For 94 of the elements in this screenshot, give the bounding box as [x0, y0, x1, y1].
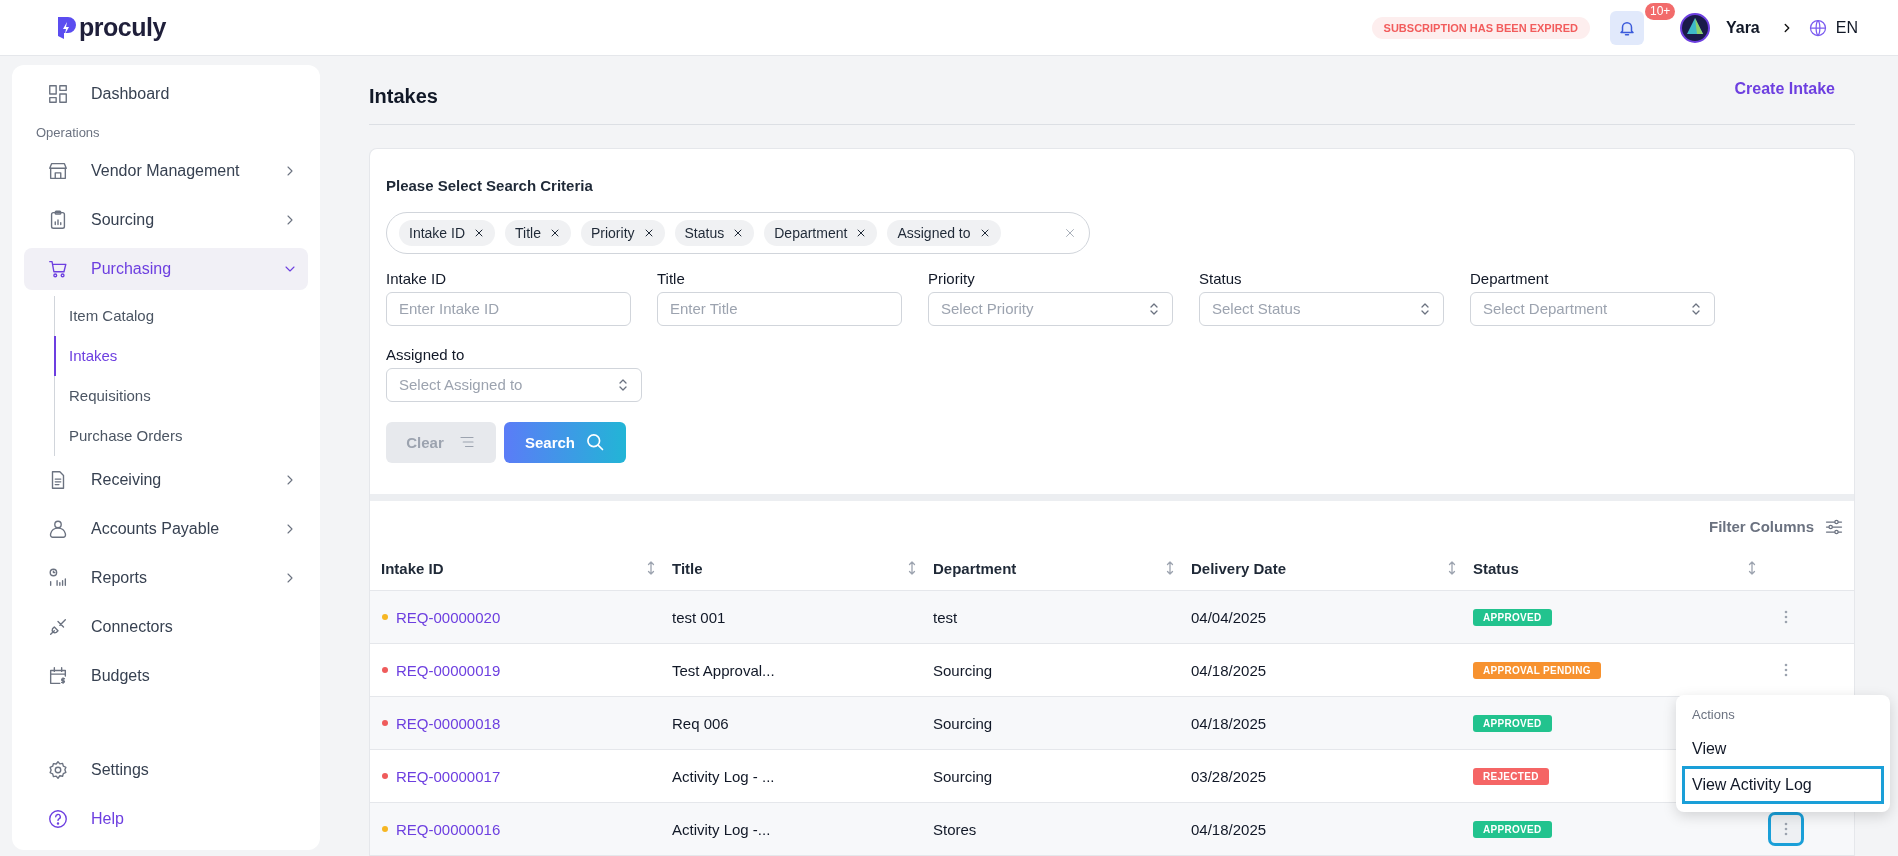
intake-link[interactable]: REQ-00000016 — [396, 820, 501, 838]
globe-icon — [1807, 17, 1828, 38]
more-button[interactable] — [1771, 815, 1801, 843]
search-icon — [585, 432, 605, 453]
table-cell: 03/28/2025 — [1191, 767, 1267, 785]
menu-heading: Actions — [1691, 706, 1736, 724]
field-label: Intake ID — [386, 269, 448, 287]
submenu-item[interactable]: Intakes — [54, 336, 308, 376]
table-cell: Stores — [933, 820, 977, 838]
notification-badge: 10+ — [1644, 2, 1676, 20]
column-header[interactable]: Intake ID — [381, 546, 672, 590]
plug-icon — [47, 616, 69, 638]
sidebar-item[interactable]: Receiving — [24, 459, 308, 501]
logo-icon — [55, 14, 77, 41]
sidebar-item[interactable]: Dashboard — [24, 73, 308, 115]
user-name[interactable]: Yara — [1725, 18, 1760, 37]
input-field[interactable]: Enter Title — [657, 291, 902, 326]
submenu-item[interactable]: Requisitions — [54, 376, 308, 416]
bag-icon — [47, 518, 69, 540]
sidebar-item[interactable]: Connectors — [24, 606, 308, 648]
sidebar-item[interactable]: Sourcing — [24, 199, 308, 241]
intake-link[interactable]: REQ-00000019 — [396, 661, 501, 679]
table-cell: Sourcing — [933, 767, 993, 785]
field-label: Title — [657, 269, 686, 287]
criteria-chip[interactable]: Status — [674, 219, 755, 246]
column-header[interactable]: Department — [933, 546, 1191, 590]
chevrons-icon — [1419, 301, 1431, 316]
store-icon — [47, 160, 69, 182]
criteria-chip[interactable]: Title — [505, 219, 571, 246]
input-field[interactable]: Enter Intake ID — [386, 291, 631, 326]
chart-icon — [47, 567, 69, 589]
table-cell: Activity Log - ... — [672, 767, 775, 785]
criteria-chip[interactable]: Department — [764, 219, 878, 246]
logo-text: proculy — [79, 13, 166, 42]
cart-icon — [47, 258, 69, 280]
avatar-icon — [1679, 12, 1710, 43]
grid-icon — [47, 83, 69, 105]
submenu-item[interactable]: Item Catalog — [54, 296, 308, 336]
subscription-notice: SUBSCRIPTION HAS BEEN EXPIRED — [1371, 16, 1590, 39]
column-header[interactable]: Delivery Date — [1191, 546, 1473, 590]
sidebar-item[interactable]: Settings — [24, 749, 308, 791]
table-cell: 04/18/2025 — [1191, 661, 1267, 679]
settings-icon — [47, 759, 69, 781]
table-cell: Sourcing — [933, 661, 993, 679]
more-vertical-icon — [1784, 663, 1788, 677]
table-cell: Test Approval... — [672, 661, 775, 679]
submenu-item[interactable]: Purchase Orders — [54, 416, 308, 456]
section-heading: Please Select Search Criteria — [386, 176, 594, 194]
more-vertical-icon — [1784, 822, 1788, 836]
status-badge: APPROVAL PENDING — [1473, 661, 1601, 679]
more-vertical-icon — [1784, 610, 1788, 624]
criteria-chip[interactable]: Assigned to — [887, 219, 1001, 246]
field-label: Department — [1470, 269, 1550, 287]
create-intake-link[interactable]: Create Intake — [1734, 79, 1835, 98]
sidebar-item[interactable]: Purchasing — [24, 248, 308, 290]
page-title: Intakes — [369, 85, 438, 109]
criteria-chip[interactable]: Priority — [580, 219, 665, 246]
notification-button[interactable] — [1609, 10, 1644, 45]
help-icon — [47, 808, 69, 830]
chevrons-icon — [617, 377, 629, 392]
sidebar-item[interactable]: Budgets — [24, 655, 308, 697]
column-header[interactable]: Title — [672, 546, 933, 590]
status-badge: APPROVED — [1473, 608, 1552, 626]
field-label: Assigned to — [386, 345, 466, 363]
intake-link[interactable]: REQ-00000018 — [396, 714, 501, 732]
language-selector[interactable]: EN — [1835, 18, 1858, 37]
criteria-chip[interactable]: Intake ID — [399, 219, 496, 246]
table-cell: test 001 — [672, 608, 726, 626]
chevrons-icon — [1148, 301, 1160, 316]
field-label: Status — [1199, 269, 1243, 287]
menu-item[interactable]: View — [1682, 732, 1884, 766]
table-cell: Sourcing — [933, 714, 993, 732]
intake-link[interactable]: REQ-00000020 — [396, 608, 501, 626]
field-label: Priority — [928, 269, 976, 287]
section-label: Operations — [35, 124, 101, 142]
calendar-icon — [47, 665, 69, 687]
filter-columns-button[interactable]: Filter Columns — [1709, 516, 1844, 537]
column-header[interactable]: Status — [1473, 546, 1773, 590]
table-cell: test — [933, 608, 958, 626]
sidebar-item[interactable]: Accounts Payable — [24, 508, 308, 550]
menu-item[interactable]: View Activity Log — [1682, 766, 1884, 804]
sidebar-item[interactable]: Reports — [24, 557, 308, 599]
table-cell: Activity Log -... — [672, 820, 771, 838]
table-cell: Req 006 — [672, 714, 729, 732]
intake-link[interactable]: REQ-00000017 — [396, 767, 501, 785]
sidebar-item[interactable]: Vendor Management — [24, 150, 308, 192]
status-badge: APPROVED — [1473, 820, 1552, 838]
table-cell: 04/04/2025 — [1191, 608, 1267, 626]
table-cell: 04/18/2025 — [1191, 714, 1267, 732]
table-cell: 04/18/2025 — [1191, 820, 1267, 838]
status-badge: APPROVED — [1473, 714, 1552, 732]
chevrons-icon — [1690, 301, 1702, 316]
status-badge: REJECTED — [1473, 767, 1549, 785]
help-link[interactable]: Help — [24, 798, 308, 840]
